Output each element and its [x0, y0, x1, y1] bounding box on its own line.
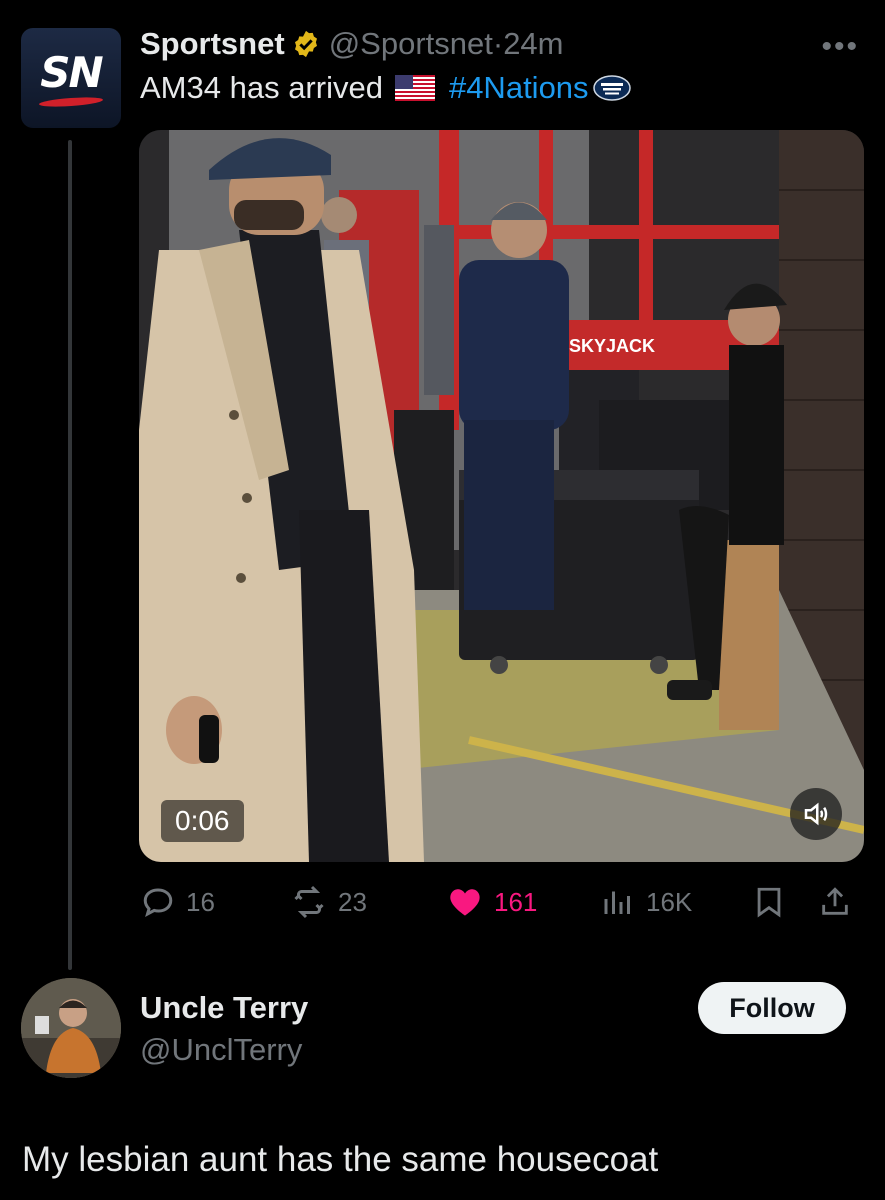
view-count: 16K — [646, 886, 693, 917]
skyjack-sign: SKYJACK — [569, 336, 655, 356]
reply-text: My lesbian aunt has the same housecoat — [22, 1140, 659, 1179]
tweet-text-prefix: AM34 has arrived — [140, 70, 383, 105]
sportsnet-logo-text: SN — [40, 47, 103, 97]
thread-line — [68, 140, 72, 970]
video-player[interactable]: SKYJACK 0:06 — [139, 130, 864, 862]
reply-action[interactable]: 16 — [140, 882, 215, 922]
reply-avatar-image — [21, 978, 121, 1078]
author-name[interactable]: Sportsnet — [140, 26, 285, 62]
bookmark-button[interactable] — [752, 882, 796, 922]
sportsnet-avatar[interactable]: SN — [21, 28, 121, 128]
logo-swoosh — [38, 95, 104, 109]
nations-face-off-logo-icon — [592, 75, 631, 101]
repost-count: 23 — [338, 886, 367, 917]
separator: · — [492, 26, 504, 61]
speaker-muted-icon — [804, 802, 828, 826]
author-handle[interactable]: @Sportsnet — [329, 26, 493, 62]
like-count: 161 — [494, 886, 538, 917]
heart-filled-icon — [450, 889, 480, 916]
video-duration-badge: 0:06 — [161, 800, 244, 842]
repost-action[interactable]: 23 — [290, 882, 367, 922]
reply-count: 16 — [186, 886, 215, 917]
reply-author-handle[interactable]: @UnclTerry — [140, 1032, 302, 1068]
like-action[interactable]: 161 — [446, 882, 537, 922]
verified-badge-icon — [294, 30, 317, 58]
reply-avatar[interactable] — [21, 978, 121, 1078]
reply-author-name[interactable]: Uncle Terry — [140, 990, 308, 1026]
video-frame: SKYJACK — [139, 130, 864, 862]
us-flag-icon — [394, 75, 435, 101]
more-horizontal-icon[interactable]: ••• — [821, 30, 859, 64]
share-button[interactable] — [818, 882, 862, 922]
bookmark-icon — [757, 887, 781, 918]
share-icon — [822, 887, 848, 915]
repost-icon — [294, 885, 324, 919]
reply-icon — [143, 888, 173, 917]
tweet-header: Sportsnet @Sportsnet · 24m — [140, 24, 564, 64]
tweet-text: AM34 has arrived #4Nations — [140, 68, 631, 108]
follow-button[interactable]: Follow — [698, 982, 846, 1034]
hashtag-link[interactable]: #4Nations — [449, 70, 589, 106]
mute-button[interactable] — [790, 788, 842, 840]
views-action[interactable]: 16K — [600, 882, 692, 922]
analytics-icon — [604, 891, 630, 914]
tweet-time[interactable]: 24m — [503, 26, 563, 62]
